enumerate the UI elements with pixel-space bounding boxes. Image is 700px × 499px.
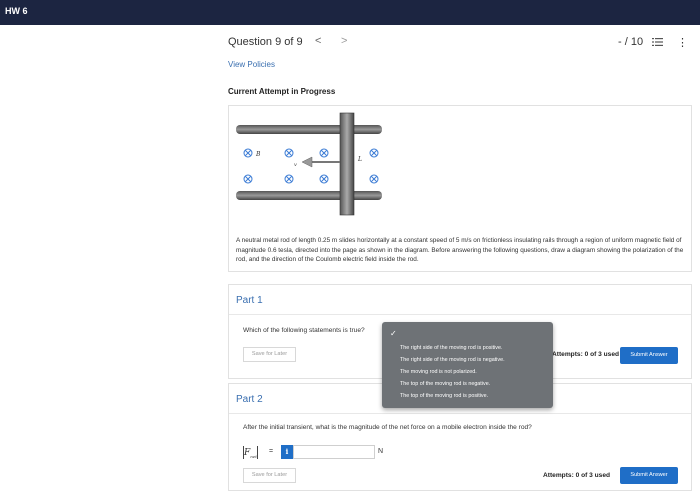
- dropdown-option[interactable]: The right side of the moving rod is nega…: [400, 357, 505, 363]
- field-into-page-icon: [243, 148, 253, 158]
- velocity-arrowhead: [301, 156, 313, 168]
- problem-card: B v L A neutral metal rod of length 0.25…: [228, 105, 692, 272]
- problem-description: A neutral metal rod of length 0.25 m sli…: [236, 237, 684, 263]
- top-rail: [236, 125, 382, 134]
- part-1-save-button[interactable]: Save for Later: [243, 347, 296, 362]
- kebab-menu-icon[interactable]: ⋮: [677, 36, 688, 49]
- field-into-page-icon: [243, 174, 253, 184]
- view-policies-link[interactable]: View Policies: [228, 60, 275, 69]
- part-2-divider: [229, 413, 691, 414]
- length-label: L: [357, 156, 362, 163]
- dropdown-option[interactable]: The right side of the moving rod is posi…: [400, 345, 502, 351]
- part-1-submit-button[interactable]: Submit Answer: [620, 347, 678, 364]
- question-counter: Question 9 of 9: [228, 36, 303, 48]
- field-label: B: [255, 151, 261, 158]
- metal-rod: [339, 112, 355, 216]
- net-force-formula: Fnet: [243, 446, 267, 460]
- dropdown-option[interactable]: The top of the moving rod is negative.: [400, 381, 490, 387]
- checkmark-icon: ✓: [390, 329, 397, 338]
- part-2-save-button[interactable]: Save for Later: [243, 468, 296, 483]
- part-1-question: Which of the following statements is tru…: [243, 327, 365, 334]
- field-into-page-icon: [319, 174, 329, 184]
- dropdown-option[interactable]: The moving rod is not polarized.: [400, 369, 477, 375]
- next-question-button[interactable]: >: [341, 35, 347, 47]
- list-icon[interactable]: [652, 37, 663, 47]
- part-2-attempts: Attempts: 0 of 3 used: [543, 472, 611, 479]
- field-into-page-icon: [369, 174, 379, 184]
- assignment-title: HW 6: [5, 6, 28, 16]
- field-into-page-icon: [284, 174, 294, 184]
- field-into-page-icon: [284, 148, 294, 158]
- statement-dropdown-menu: ✓ The right side of the moving rod is po…: [382, 322, 553, 408]
- info-icon[interactable]: i: [281, 445, 293, 459]
- field-into-page-icon: [369, 148, 379, 158]
- part-1-divider: [229, 314, 691, 315]
- field-into-page-icon: [319, 148, 329, 158]
- equals-sign: =: [269, 448, 274, 455]
- velocity-label: v: [294, 162, 297, 168]
- answer-input[interactable]: [293, 445, 375, 459]
- part-2-submit-button[interactable]: Submit Answer: [620, 467, 678, 484]
- previous-question-button[interactable]: <: [315, 35, 321, 47]
- top-bar: HW 6: [0, 0, 700, 25]
- unit-label: N: [378, 448, 384, 455]
- rod-rails-diagram: B v L: [236, 112, 382, 216]
- score-display: - / 10: [618, 36, 644, 48]
- attempt-status: Current Attempt in Progress: [228, 87, 336, 96]
- part-1-title: Part 1: [236, 295, 263, 306]
- dropdown-option[interactable]: The top of the moving rod is positive.: [400, 393, 488, 399]
- bottom-rail: [236, 191, 382, 200]
- part-1-attempts: Attempts: 0 of 3 used: [552, 351, 620, 358]
- question-header: Question 9 of 9 < > - / 10 ⋮: [228, 35, 690, 50]
- part-2-question: After the initial transient, what is the…: [243, 424, 532, 431]
- part-2-title: Part 2: [236, 394, 263, 405]
